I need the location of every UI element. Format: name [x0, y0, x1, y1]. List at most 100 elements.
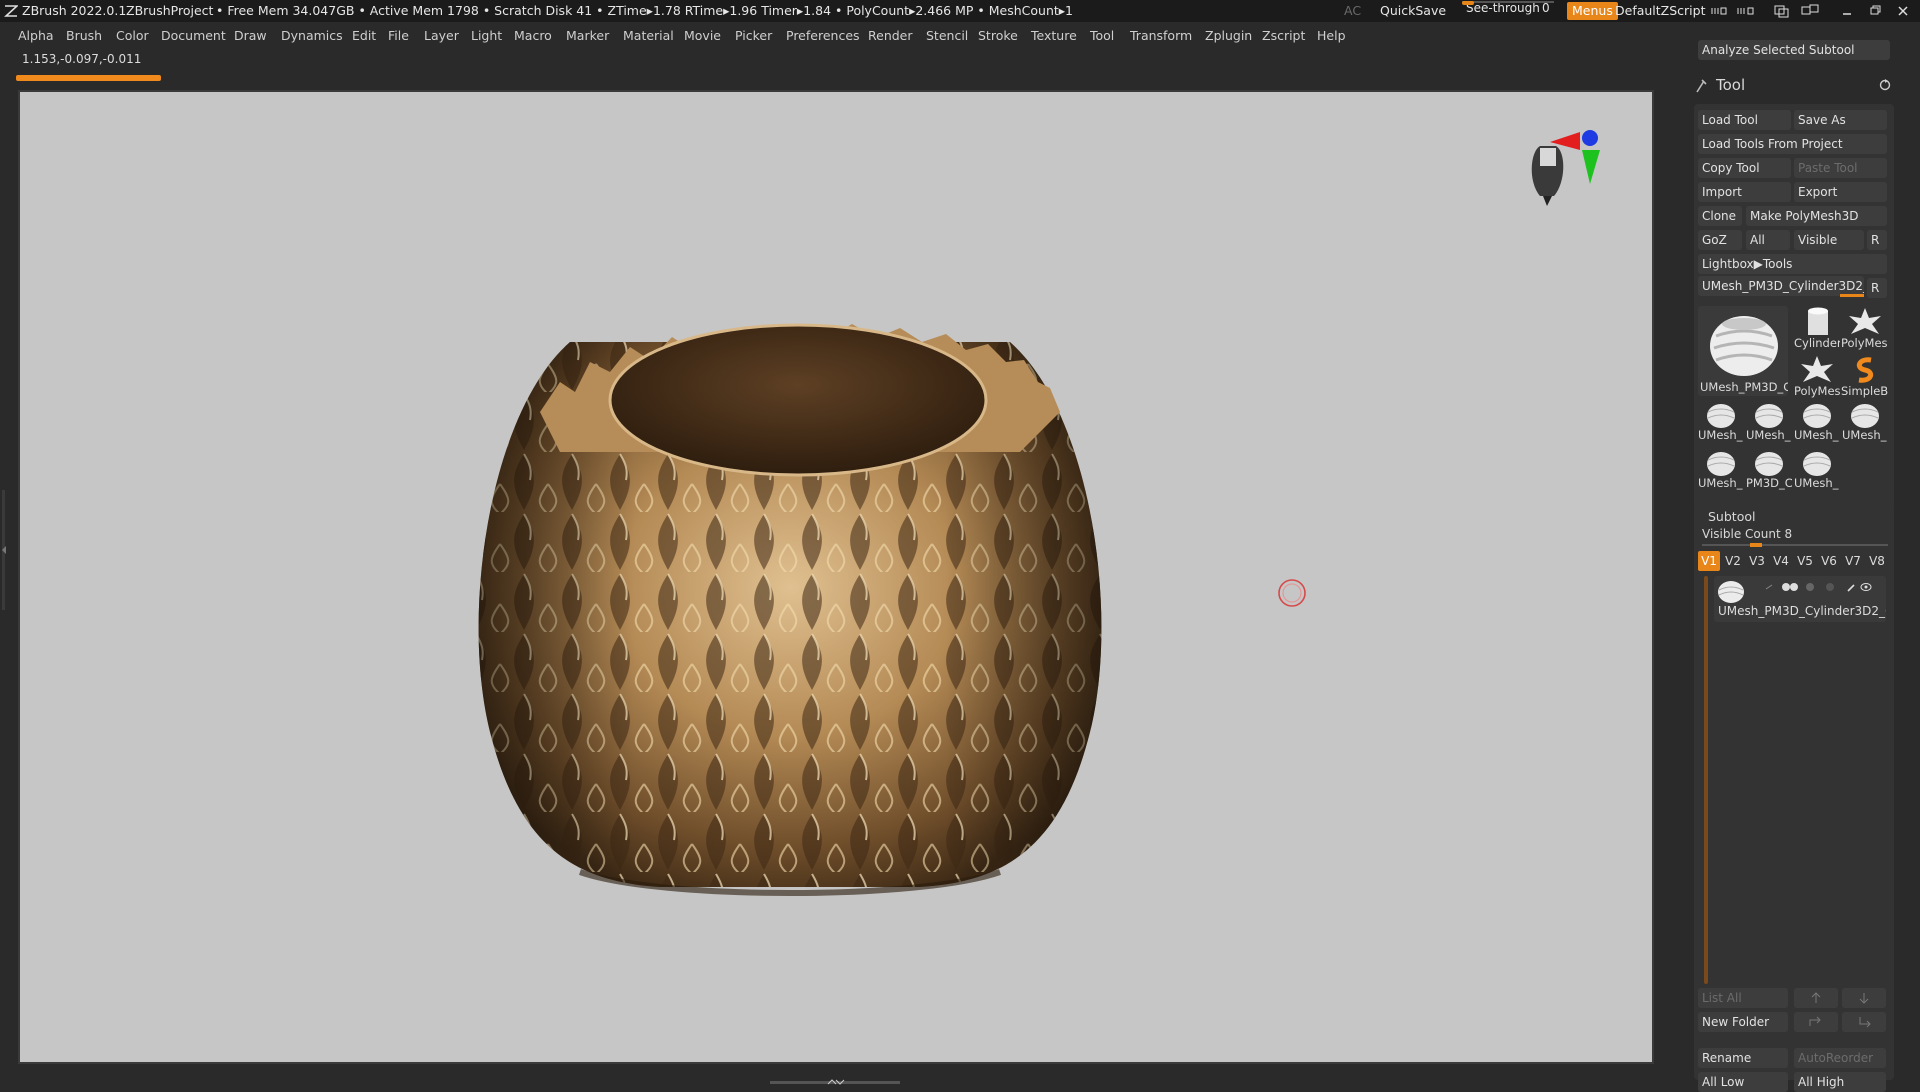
- goz-visible-button[interactable]: Visible: [1794, 230, 1864, 250]
- version-v6-button[interactable]: V6: [1818, 551, 1840, 571]
- menu-color[interactable]: Color: [116, 24, 149, 48]
- tool-thumb-r3-1[interactable]: UMesh_: [1746, 400, 1792, 446]
- menu-brush[interactable]: Brush: [66, 24, 102, 48]
- tool-thumb-main[interactable]: UMesh_PM3D_C: [1698, 306, 1788, 396]
- canvas-viewport[interactable]: [18, 90, 1654, 1064]
- default-zscript-button[interactable]: DefaultZScript: [1615, 0, 1706, 22]
- project-name[interactable]: ZBrushProject: [126, 0, 213, 22]
- window-cascade-icon[interactable]: [1800, 0, 1820, 29]
- vase-model[interactable]: [20, 92, 1652, 1062]
- bottom-tray-handle[interactable]: [770, 1071, 900, 1085]
- left-tray-handle[interactable]: [0, 490, 8, 610]
- folder-out-icon[interactable]: [1842, 1012, 1886, 1032]
- menus-button[interactable]: Menus: [1567, 2, 1618, 20]
- ac-toggle[interactable]: AC: [1344, 0, 1361, 22]
- minimize-icon[interactable]: [1840, 0, 1856, 29]
- import-button[interactable]: Import: [1698, 182, 1791, 202]
- clone-button[interactable]: Clone: [1698, 206, 1742, 226]
- tool-header[interactable]: Tool: [1694, 76, 1894, 98]
- menu-marker[interactable]: Marker: [566, 24, 609, 48]
- restore-icon[interactable]: [1868, 0, 1884, 29]
- auto-reorder-button[interactable]: AutoReorder: [1794, 1048, 1886, 1068]
- export-button[interactable]: Export: [1794, 182, 1887, 202]
- menu-help[interactable]: Help: [1317, 24, 1346, 48]
- version-v1-button[interactable]: V1: [1698, 551, 1720, 571]
- rename-button[interactable]: Rename: [1698, 1048, 1788, 1068]
- tool-thumb-polymesh-2[interactable]: PolyMes: [1794, 354, 1840, 400]
- move-down-button[interactable]: [1842, 988, 1886, 1008]
- visible-count[interactable]: Visible Count 8: [1702, 527, 1792, 541]
- current-tool-slider[interactable]: UMesh_PM3D_Cylinder3D2_6: [1698, 276, 1864, 296]
- pin-icon[interactable]: [1694, 78, 1708, 98]
- window-arrange-icon[interactable]: [1772, 0, 1792, 29]
- menu-texture[interactable]: Texture: [1031, 24, 1077, 48]
- tool-thumb-cylinder[interactable]: Cylinder: [1794, 306, 1840, 352]
- version-v3-button[interactable]: V3: [1746, 551, 1768, 571]
- move-up-button[interactable]: [1794, 988, 1838, 1008]
- version-v4-button[interactable]: V4: [1770, 551, 1792, 571]
- all-low-button[interactable]: All Low: [1698, 1072, 1788, 1092]
- refresh-icon[interactable]: [1878, 78, 1892, 96]
- menu-transform[interactable]: Transform: [1130, 24, 1192, 48]
- tool-thumb-polymesh-1[interactable]: PolyMes: [1841, 306, 1889, 352]
- version-v5-button[interactable]: V5: [1794, 551, 1816, 571]
- make-polymesh3d-button[interactable]: Make PolyMesh3D: [1746, 206, 1887, 226]
- title-bar: ZBrush 2022.0.1 ZBrushProject • Free Mem…: [0, 0, 1920, 22]
- folder-move-icon[interactable]: [1794, 1012, 1838, 1032]
- menu-light[interactable]: Light: [471, 24, 502, 48]
- menu-stroke[interactable]: Stroke: [978, 24, 1018, 48]
- subtool-brush-icon[interactable]: [1764, 578, 1874, 597]
- menu-material[interactable]: Material: [623, 24, 674, 48]
- menu-zplugin[interactable]: Zplugin: [1205, 24, 1252, 48]
- version-v2-button[interactable]: V2: [1722, 551, 1744, 571]
- save-as-button[interactable]: Save As: [1794, 110, 1887, 130]
- paste-tool-button[interactable]: Paste Tool: [1794, 158, 1887, 178]
- menu-zscript[interactable]: Zscript: [1262, 24, 1305, 48]
- menu-layer[interactable]: Layer: [424, 24, 459, 48]
- subtool-title[interactable]: Subtool: [1708, 509, 1755, 524]
- load-tool-button[interactable]: Load Tool: [1698, 110, 1791, 130]
- tool-thumb-r4-2[interactable]: UMesh_: [1794, 448, 1840, 494]
- menu-dynamics[interactable]: Dynamics: [281, 24, 343, 48]
- menu-tool[interactable]: Tool: [1090, 24, 1114, 48]
- tool-thumb-simplebrush[interactable]: SimpleB: [1841, 354, 1889, 400]
- load-tools-from-project-button[interactable]: Load Tools From Project: [1698, 134, 1887, 154]
- menu-file[interactable]: File: [388, 24, 409, 48]
- goz-r-button[interactable]: R: [1867, 230, 1887, 250]
- version-v7-button[interactable]: V7: [1842, 551, 1864, 571]
- menu-movie[interactable]: Movie: [684, 24, 721, 48]
- menu-alpha[interactable]: Alpha: [18, 24, 54, 48]
- analyze-subtool-button[interactable]: Analyze Selected Subtool: [1698, 40, 1890, 60]
- copy-tool-button[interactable]: Copy Tool: [1698, 158, 1791, 178]
- tool-thumb-r3-2[interactable]: UMesh_: [1794, 400, 1840, 446]
- menu-edit[interactable]: Edit: [352, 24, 376, 48]
- list-all-button[interactable]: List All: [1698, 988, 1788, 1008]
- tool-thumb-r3-3[interactable]: UMesh_: [1842, 400, 1888, 446]
- see-through-slider[interactable]: See-through 0: [1462, 1, 1554, 21]
- close-icon[interactable]: [1896, 0, 1912, 29]
- goz-all-button[interactable]: All: [1746, 230, 1790, 250]
- layout-toggle-icon[interactable]: [1710, 0, 1730, 29]
- subtool-scrollbar[interactable]: [1704, 576, 1708, 984]
- tool-thumb-label: UMesh_: [1794, 476, 1839, 490]
- menu-draw[interactable]: Draw: [234, 24, 267, 48]
- version-v8-button[interactable]: V8: [1866, 551, 1888, 571]
- orientation-gizmo[interactable]: [1510, 122, 1630, 212]
- menu-render[interactable]: Render: [868, 24, 913, 48]
- menu-macro[interactable]: Macro: [514, 24, 552, 48]
- menu-stencil[interactable]: Stencil: [926, 24, 968, 48]
- layout-toggle2-icon[interactable]: [1736, 0, 1756, 29]
- lightbox-tools-button[interactable]: Lightbox▶Tools: [1698, 254, 1887, 274]
- tool-thumb-r3-0[interactable]: UMesh_: [1698, 400, 1744, 446]
- menu-picker[interactable]: Picker: [735, 24, 772, 48]
- subtool-item[interactable]: UMesh_PM3D_Cylinder3D2_6: [1714, 576, 1886, 622]
- tool-thumb-r4-0[interactable]: UMesh_: [1698, 448, 1744, 494]
- tool-thumb-r4-1[interactable]: PM3D_C: [1746, 448, 1792, 494]
- current-tool-r-button[interactable]: R: [1867, 278, 1887, 298]
- all-high-button[interactable]: All High: [1794, 1072, 1886, 1092]
- menu-preferences[interactable]: Preferences: [786, 24, 860, 48]
- menu-document[interactable]: Document: [161, 24, 226, 48]
- goz-button[interactable]: GoZ: [1698, 230, 1742, 250]
- quicksave-button[interactable]: QuickSave: [1380, 0, 1446, 22]
- new-folder-button[interactable]: New Folder: [1698, 1012, 1788, 1032]
